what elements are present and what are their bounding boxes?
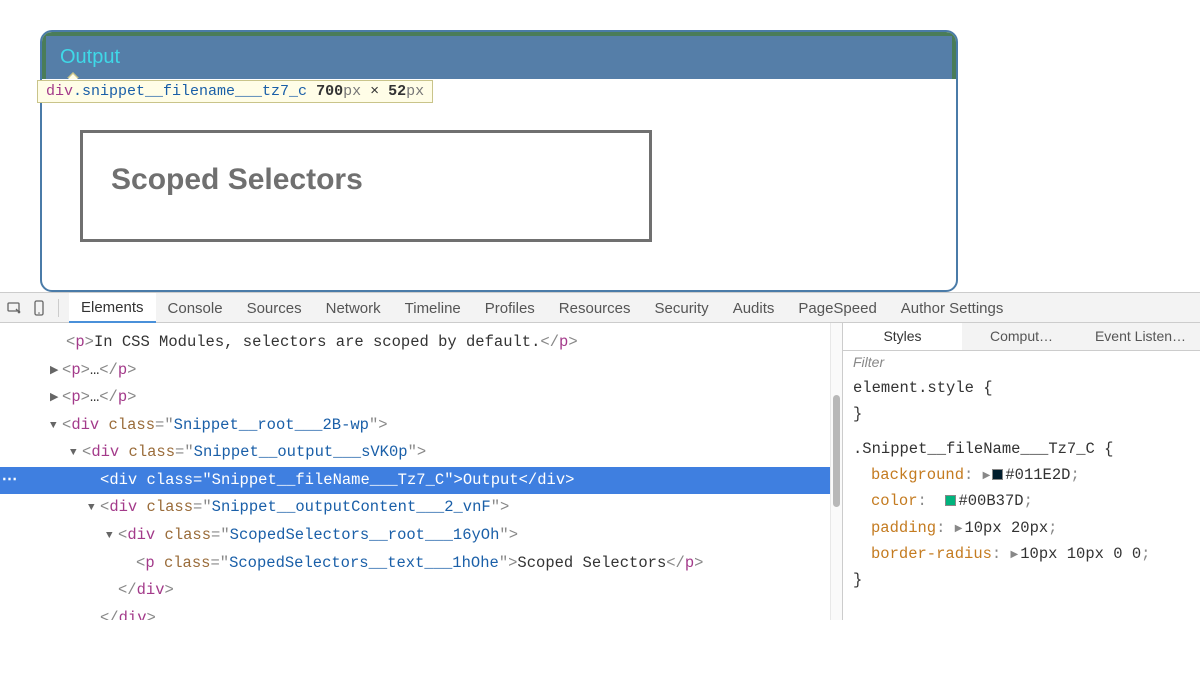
scoped-selectors-box: Scoped Selectors [80,130,652,242]
tab-console[interactable]: Console [156,293,235,323]
snippet-header-outer: Output [42,32,956,79]
device-toggle-icon[interactable] [30,299,48,317]
tree-node[interactable]: ▼<div class="ScopedSelectors__root___16y… [0,522,830,550]
inspect-icon[interactable] [6,299,24,317]
tree-node[interactable]: ▼<div class="Snippet__root___2B-wp"> [0,412,830,440]
tree-node[interactable]: </div> [0,605,830,620]
styles-sidebar: Styles Comput… Event Listen… Filter elem… [842,323,1200,620]
snippet-header-inner: Output [46,36,952,79]
elements-scrollbar[interactable] [830,323,842,620]
tab-pagespeed[interactable]: PageSpeed [786,293,888,323]
tooltip-width: 700 [316,83,343,100]
snippet-title: Output [60,46,120,68]
tab-security[interactable]: Security [643,293,721,323]
tooltip-class: .snippet__filename___tz7_c [73,83,307,100]
styles-pane: element.style { } .Snippet__fileName___T… [843,373,1200,596]
snippet-container: Output div.snippet__filename___tz7_c 700… [40,30,958,292]
tab-elements[interactable]: Elements [69,293,156,323]
rule-selector[interactable]: .Snippet__fileName___Tz7_C [853,440,1095,458]
tab-sources[interactable]: Sources [235,293,314,323]
tooltip-height-unit: px [406,83,424,100]
tree-node[interactable]: </div> [0,577,830,605]
sidebar-tab-events[interactable]: Event Listen… [1081,323,1200,350]
css-prop-background[interactable]: background: ▶#011E2D; [853,462,1190,488]
tab-audits[interactable]: Audits [721,293,787,323]
tree-node[interactable]: ▶<p>…</p> [0,357,830,385]
tree-node[interactable]: <p class="ScopedSelectors__text___1hOhe"… [0,550,830,578]
sidebar-tab-styles[interactable]: Styles [843,323,962,350]
inspect-tooltip-row: div.snippet__filename___tz7_c 700px × 52… [42,78,956,102]
elements-tree[interactable]: <p>In CSS Modules, selectors are scoped … [0,323,830,620]
tree-node-selected[interactable]: ⋯<div class="Snippet__fileName___Tz7_C">… [0,467,830,495]
tooltip-width-unit: px [343,83,361,100]
scrollbar-thumb[interactable] [833,395,840,507]
tab-timeline[interactable]: Timeline [393,293,473,323]
css-prop-color[interactable]: color: #00B37D; [853,488,1190,514]
tree-node[interactable]: ▼<div class="Snippet__outputContent___2_… [0,494,830,522]
tab-author-settings[interactable]: Author Settings [889,293,1016,323]
tree-node[interactable]: <p>In CSS Modules, selectors are scoped … [0,329,830,357]
devtools-body: <p>In CSS Modules, selectors are scoped … [0,323,1200,620]
tooltip-tag: div [46,83,73,100]
devtools-panel: Elements Console Sources Network Timelin… [0,292,1200,620]
tab-resources[interactable]: Resources [547,293,643,323]
page-preview: Output div.snippet__filename___tz7_c 700… [0,30,1200,292]
sidebar-tab-computed[interactable]: Comput… [962,323,1081,350]
devtools-tabs: Elements Console Sources Network Timelin… [69,293,1015,322]
styles-filter[interactable]: Filter [843,351,1200,373]
scoped-selectors-heading: Scoped Selectors [111,163,621,197]
inspect-tooltip: div.snippet__filename___tz7_c 700px × 52… [37,80,433,103]
css-prop-padding[interactable]: padding: ▶10px 20px; [853,515,1190,541]
css-prop-border-radius[interactable]: border-radius: ▶10px 10px 0 0; [853,541,1190,567]
sidebar-tabs: Styles Comput… Event Listen… [843,323,1200,351]
toolbar-separator [58,299,59,317]
tab-network[interactable]: Network [314,293,393,323]
tree-node[interactable]: ▼<div class="Snippet__output___sVK0p"> [0,439,830,467]
tooltip-height: 52 [388,83,406,100]
tab-profiles[interactable]: Profiles [473,293,547,323]
tree-node[interactable]: ▶<p>…</p> [0,384,830,412]
tooltip-sep: × [370,83,379,100]
snippet-body: Scoped Selectors [42,102,956,290]
devtools-toolbar: Elements Console Sources Network Timelin… [0,293,1200,323]
inline-style-selector: element.style [853,379,974,397]
